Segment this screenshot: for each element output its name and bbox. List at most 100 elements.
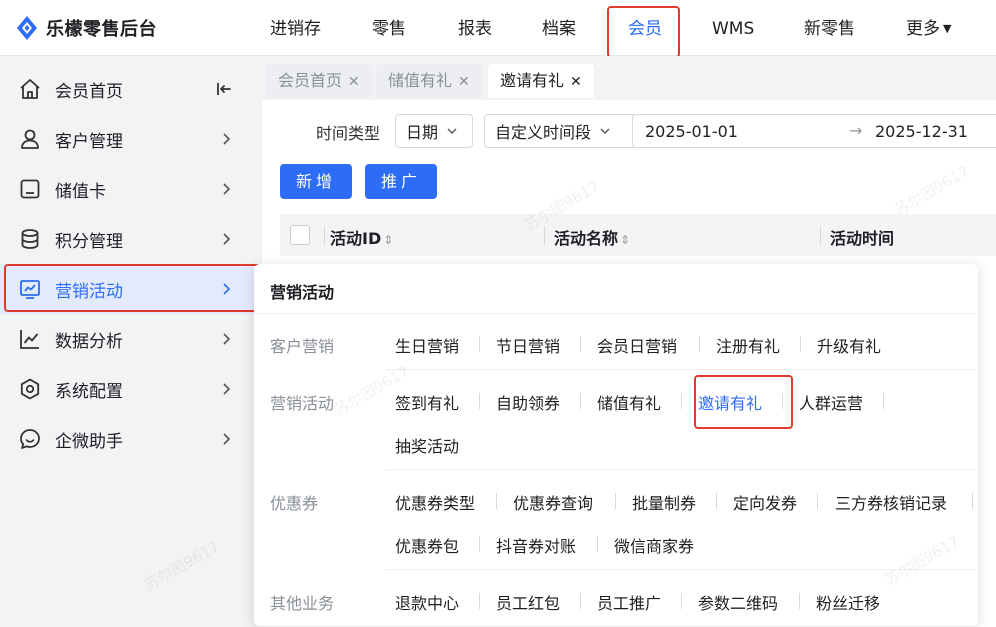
topnav-new-retail[interactable]: 新零售 <box>804 0 855 56</box>
separator <box>883 393 884 409</box>
menu-item-holiday-marketing[interactable]: 节日营销 <box>496 333 560 357</box>
tab-stored-value-gift[interactable]: 储值有礼 ✕ <box>376 64 482 98</box>
card-icon <box>20 179 40 199</box>
column-label: 活动ID <box>330 229 382 248</box>
separator <box>597 536 598 552</box>
menu-item-fan-migration[interactable]: 粉丝迁移 <box>816 590 880 614</box>
menu-item-third-party-redemption[interactable]: 三方券核销记录 <box>835 490 947 514</box>
menu-item-upgrade-gift[interactable]: 升级有礼 <box>817 333 881 357</box>
menu-item-coupon-query[interactable]: 优惠券查询 <box>513 490 593 514</box>
separator <box>817 493 818 509</box>
menu-item-invite-gift[interactable]: 邀请有礼 <box>698 390 762 414</box>
app-title: 乐檬零售后台 <box>46 19 157 40</box>
sidebar-item-customer[interactable]: 客户管理 <box>0 114 254 164</box>
separator <box>580 393 581 409</box>
topnav-wms[interactable]: WMS <box>712 0 754 56</box>
date-range-picker[interactable]: 2025-01-01 → 2025-12-31 <box>632 114 996 148</box>
topnav-more-label: 更多 <box>906 19 940 39</box>
column-divider <box>820 226 821 244</box>
menu-item-crowd-operation[interactable]: 人群运营 <box>799 390 863 414</box>
menu-item-douyin-reconciliation[interactable]: 抖音券对账 <box>496 533 576 557</box>
chevron-right-icon <box>223 283 231 295</box>
sidebar-item-system-config[interactable]: 系统配置 <box>0 364 254 414</box>
menu-item-self-service-coupon[interactable]: 自助领券 <box>496 390 560 414</box>
divider <box>254 313 978 314</box>
column-activity-id[interactable]: 活动ID ⇕ <box>330 225 393 249</box>
menu-item-wechat-merchant-coupon[interactable]: 微信商家券 <box>614 533 694 557</box>
mega-menu-title: 营销活动 <box>270 283 335 302</box>
period-select[interactable]: 自定义时间段 <box>484 114 634 148</box>
sidebar-item-label: 企微助手 <box>55 431 123 452</box>
topnav-archive[interactable]: 档案 <box>542 0 576 56</box>
app-logo[interactable]: 乐檬零售后台 <box>16 14 157 42</box>
marketing-mega-menu: 营销活动 客户营销 生日营销 节日营销 会员日营销 注册有礼 升级有礼 营销活动… <box>254 264 978 626</box>
menu-item-stored-value-gift[interactable]: 储值有礼 <box>597 390 661 414</box>
topnav-member[interactable]: 会员 <box>628 0 662 56</box>
column-divider <box>324 226 325 244</box>
tab-bar: 会员首页 ✕ 储值有礼 ✕ 邀请有礼 ✕ <box>262 56 996 100</box>
arrow-right-icon: → <box>849 121 863 140</box>
caret-down-icon: ▼ <box>943 22 952 35</box>
menu-item-refund-center[interactable]: 退款中心 <box>395 590 459 614</box>
separator <box>799 593 800 609</box>
promote-button[interactable]: 推广 <box>365 164 438 199</box>
sort-icon[interactable]: ⇕ <box>620 233 630 247</box>
divider <box>386 469 976 470</box>
sidebar-item-label: 系统配置 <box>55 381 123 402</box>
separator <box>479 393 480 409</box>
divider <box>386 369 976 370</box>
sidebar-item-marketing[interactable]: 营销活动 <box>0 264 254 314</box>
menu-item-lottery[interactable]: 抽奖活动 <box>395 433 459 457</box>
column-activity-time[interactable]: 活动时间 <box>830 225 894 249</box>
sidebar-item-stored-value-card[interactable]: 储值卡 <box>0 164 254 214</box>
table-header: 活动ID ⇕ 活动名称 ⇕ 活动时间 <box>280 214 996 256</box>
menu-item-batch-coupon[interactable]: 批量制券 <box>632 490 696 514</box>
chevron-right-icon <box>223 433 231 445</box>
menu-item-staff-red-packet[interactable]: 员工红包 <box>496 590 560 614</box>
separator <box>681 393 682 409</box>
topnav-reports[interactable]: 报表 <box>458 0 492 56</box>
line-chart-icon <box>20 330 39 349</box>
menu-item-birthday-marketing[interactable]: 生日营销 <box>395 333 459 357</box>
topnav-more[interactable]: 更多 ▼ <box>906 0 951 56</box>
chevron-right-icon <box>223 383 231 395</box>
sidebar-item-label: 储值卡 <box>55 181 106 202</box>
tab-member-home[interactable]: 会员首页 ✕ <box>266 64 372 98</box>
tab-invite-gift[interactable]: 邀请有礼 ✕ <box>488 64 594 98</box>
sidebar-item-member-home[interactable]: 会员首页 <box>0 64 254 114</box>
tab-label: 储值有礼 <box>388 71 453 90</box>
menu-item-register-gift[interactable]: 注册有礼 <box>716 333 780 357</box>
menu-item-targeted-coupon[interactable]: 定向发券 <box>733 490 797 514</box>
category-customer-marketing: 客户营销 <box>270 337 335 356</box>
date-type-select[interactable]: 日期 <box>395 114 473 148</box>
menu-item-staff-promotion[interactable]: 员工推广 <box>597 590 661 614</box>
menu-item-checkin-gift[interactable]: 签到有礼 <box>395 390 459 414</box>
close-icon[interactable]: ✕ <box>570 74 582 90</box>
separator <box>479 593 480 609</box>
topnav-retail[interactable]: 零售 <box>372 0 406 56</box>
database-icon <box>21 229 39 249</box>
topnav-inventory[interactable]: 进销存 <box>270 0 321 56</box>
column-activity-name[interactable]: 活动名称 ⇕ <box>554 225 630 249</box>
menu-item-member-day-marketing[interactable]: 会员日营销 <box>597 333 677 357</box>
date-type-value: 日期 <box>406 123 439 142</box>
chevron-right-icon <box>223 133 231 145</box>
menu-item-param-qrcode[interactable]: 参数二维码 <box>698 590 778 614</box>
end-date-input[interactable]: 2025-12-31 <box>875 122 968 141</box>
add-button[interactable]: 新增 <box>280 164 353 199</box>
sidebar-item-wecom-assistant[interactable]: 企微助手 <box>0 414 254 464</box>
menu-item-coupon-type[interactable]: 优惠券类型 <box>395 490 475 514</box>
sort-icon[interactable]: ⇕ <box>383 233 393 247</box>
sidebar-item-label: 会员首页 <box>55 81 123 102</box>
top-bar: 乐檬零售后台 进销存 零售 报表 档案 会员 WMS 新零售 更多 ▼ <box>0 0 996 56</box>
close-icon[interactable]: ✕ <box>458 74 470 90</box>
close-icon[interactable]: ✕ <box>348 74 360 90</box>
start-date-input[interactable]: 2025-01-01 <box>645 122 738 141</box>
select-all-checkbox[interactable] <box>290 225 310 245</box>
divider <box>386 569 976 570</box>
sidebar-item-points[interactable]: 积分管理 <box>0 214 254 264</box>
column-label: 活动名称 <box>554 229 619 248</box>
menu-item-coupon-package[interactable]: 优惠券包 <box>395 533 459 557</box>
sidebar-item-data-analysis[interactable]: 数据分析 <box>0 314 254 364</box>
separator <box>479 536 480 552</box>
